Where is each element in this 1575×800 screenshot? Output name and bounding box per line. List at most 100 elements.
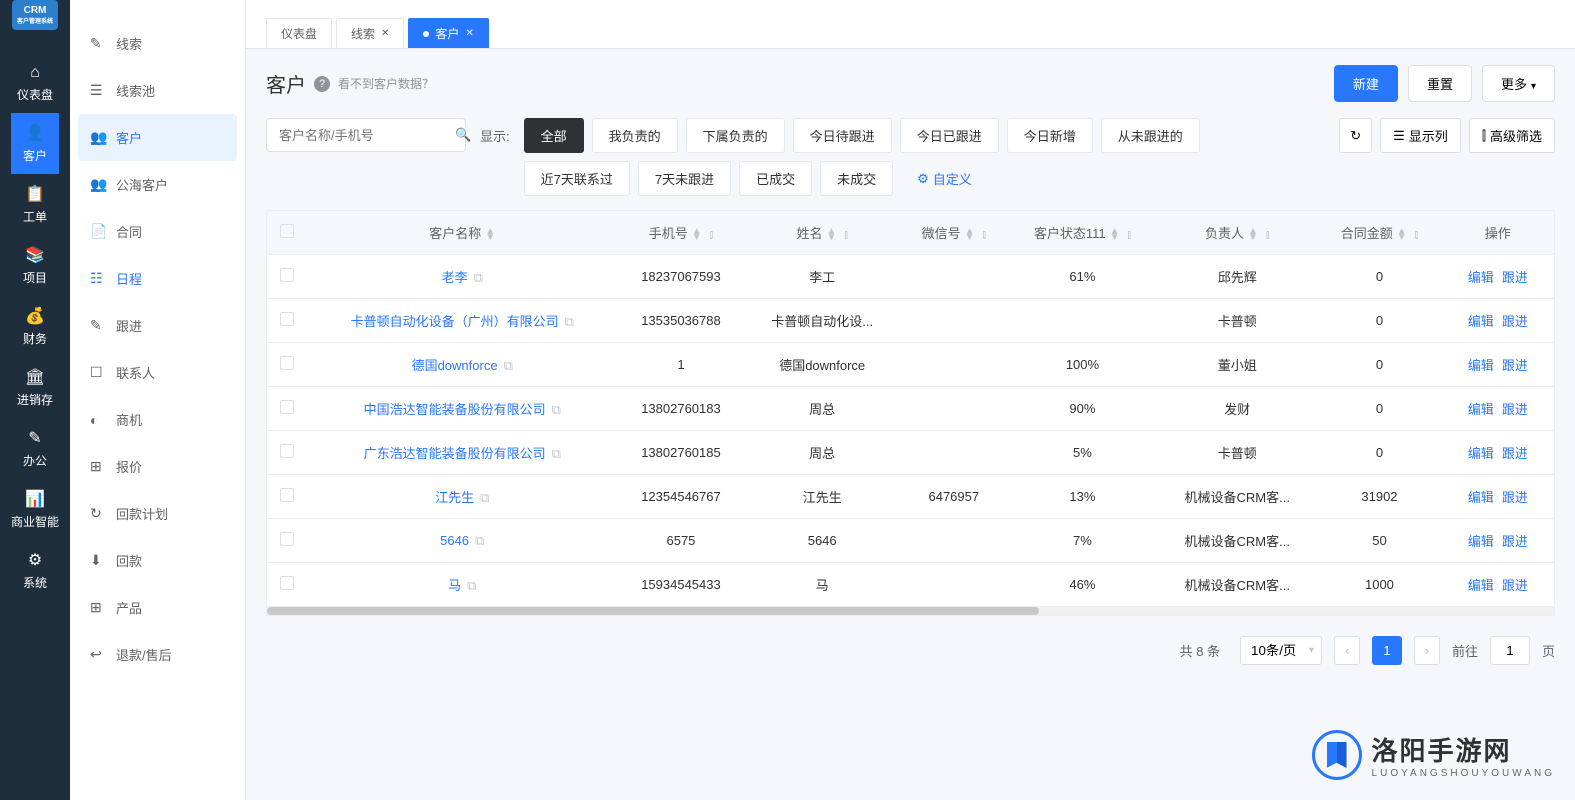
secondary-nav-item[interactable]: ☰线索池: [70, 67, 245, 114]
primary-nav-item[interactable]: ✎办公: [11, 418, 59, 479]
follow-link[interactable]: 跟进: [1502, 358, 1528, 373]
scrollbar-thumb[interactable]: [267, 607, 1039, 615]
select-all-checkbox[interactable]: [280, 224, 294, 238]
follow-link[interactable]: 跟进: [1502, 446, 1528, 461]
more-button[interactable]: 更多▾: [1482, 65, 1555, 102]
secondary-nav-item[interactable]: ☷日程: [70, 255, 245, 302]
edit-link[interactable]: 编辑: [1468, 358, 1494, 373]
primary-nav-item[interactable]: 💰财务: [11, 296, 59, 357]
tab[interactable]: 线索✕: [336, 18, 404, 48]
copy-icon[interactable]: ⧉: [467, 578, 476, 593]
secondary-nav-item[interactable]: ☐联系人: [70, 349, 245, 396]
sort-icon[interactable]: ▲▼: [1397, 229, 1407, 241]
primary-nav-item[interactable]: 👤客户: [11, 113, 59, 174]
secondary-nav-item[interactable]: ◐商机: [70, 396, 245, 443]
column-filter-icon[interactable]: ⫾: [1128, 229, 1132, 241]
customer-name-link[interactable]: 卡普顿自动化设备（广州）有限公司: [351, 314, 559, 329]
column-header[interactable]: 客户名称▲▼: [307, 211, 617, 255]
edit-link[interactable]: 编辑: [1468, 534, 1494, 549]
edit-link[interactable]: 编辑: [1468, 270, 1494, 285]
column-header[interactable]: 客户状态111▲▼⫾: [1008, 211, 1158, 255]
customer-name-link[interactable]: 马: [448, 578, 461, 593]
column-filter-icon[interactable]: ⫾: [982, 229, 986, 241]
help-icon[interactable]: ?: [314, 76, 330, 92]
primary-nav-item[interactable]: 📚项目: [11, 235, 59, 296]
sort-icon[interactable]: ▲▼: [826, 229, 836, 241]
reset-button[interactable]: 重置: [1408, 65, 1472, 102]
edit-link[interactable]: 编辑: [1468, 314, 1494, 329]
follow-link[interactable]: 跟进: [1502, 402, 1528, 417]
column-filter-icon[interactable]: ⫾: [1415, 229, 1419, 241]
search-box[interactable]: 🔍: [266, 118, 466, 152]
prev-page-button[interactable]: ‹: [1334, 636, 1360, 665]
copy-icon[interactable]: ⧉: [565, 314, 574, 329]
customer-name-link[interactable]: 老李: [442, 270, 468, 285]
secondary-nav-item[interactable]: 👥公海客户: [70, 161, 245, 208]
refresh-button[interactable]: ↻: [1339, 118, 1372, 153]
secondary-nav-item[interactable]: ↻回款计划: [70, 490, 245, 537]
secondary-nav-item[interactable]: ⊞报价: [70, 443, 245, 490]
next-page-button[interactable]: ›: [1414, 636, 1440, 665]
row-checkbox[interactable]: [280, 488, 294, 502]
follow-link[interactable]: 跟进: [1502, 314, 1528, 329]
column-header[interactable]: 合同金额▲▼⫾: [1317, 211, 1441, 255]
filter-chip[interactable]: 未成交: [820, 161, 893, 196]
page-size-select[interactable]: 10条/页: [1240, 636, 1322, 665]
search-input[interactable]: [279, 128, 455, 143]
column-filter-icon[interactable]: ⫾: [844, 229, 848, 241]
copy-icon[interactable]: ⧉: [552, 402, 561, 417]
sort-icon[interactable]: ▲▼: [1110, 229, 1120, 241]
custom-filter-link[interactable]: ⚙ 自定义: [901, 161, 988, 196]
copy-icon[interactable]: ⧉: [480, 490, 489, 505]
close-icon[interactable]: ✕: [381, 28, 389, 39]
sort-icon[interactable]: ▲▼: [965, 229, 975, 241]
tab[interactable]: 仪表盘: [266, 18, 332, 48]
goto-input[interactable]: [1490, 636, 1530, 665]
search-icon[interactable]: 🔍: [455, 127, 471, 143]
close-icon[interactable]: ✕: [465, 28, 473, 39]
row-checkbox[interactable]: [280, 532, 294, 546]
advanced-filter-button[interactable]: ⫿ 高级筛选: [1469, 118, 1555, 153]
filter-chip[interactable]: 今日已跟进: [900, 118, 999, 153]
secondary-nav-item[interactable]: ⬇回款: [70, 537, 245, 584]
filter-chip[interactable]: 从未跟进的: [1101, 118, 1200, 153]
filter-chip[interactable]: 今日待跟进: [793, 118, 892, 153]
secondary-nav-item[interactable]: ↩退款/售后: [70, 631, 245, 678]
customer-name-link[interactable]: 广东浩达智能装备股份有限公司: [364, 446, 546, 461]
follow-link[interactable]: 跟进: [1502, 270, 1528, 285]
page-number[interactable]: 1: [1372, 636, 1401, 665]
customer-name-link[interactable]: 5646: [440, 533, 469, 548]
customer-name-link[interactable]: 德国downforce: [412, 358, 498, 373]
sort-icon[interactable]: ▲▼: [692, 229, 702, 241]
filter-chip[interactable]: 今日新增: [1007, 118, 1093, 153]
tab[interactable]: 客户✕: [408, 18, 488, 48]
horizontal-scrollbar[interactable]: [267, 607, 1554, 615]
row-checkbox[interactable]: [280, 268, 294, 282]
follow-link[interactable]: 跟进: [1502, 534, 1528, 549]
column-filter-icon[interactable]: ⫾: [710, 229, 714, 241]
primary-nav-item[interactable]: 📋工单: [11, 174, 59, 235]
copy-icon[interactable]: ⧉: [552, 446, 561, 461]
sort-icon[interactable]: ▲▼: [1248, 229, 1258, 241]
filter-chip[interactable]: 我负责的: [592, 118, 678, 153]
secondary-nav-item[interactable]: 👥客户: [78, 114, 237, 161]
copy-icon[interactable]: ⧉: [504, 358, 513, 373]
primary-nav-item[interactable]: 📊商业智能: [11, 479, 59, 540]
new-button[interactable]: 新建: [1334, 65, 1398, 102]
filter-chip[interactable]: 7天未跟进: [638, 161, 731, 196]
edit-link[interactable]: 编辑: [1468, 402, 1494, 417]
follow-link[interactable]: 跟进: [1502, 578, 1528, 593]
filter-chip[interactable]: 近7天联系过: [524, 161, 630, 196]
follow-link[interactable]: 跟进: [1502, 490, 1528, 505]
customer-name-link[interactable]: 江先生: [435, 490, 474, 505]
show-columns-button[interactable]: ☰ 显示列: [1380, 118, 1461, 153]
row-checkbox[interactable]: [280, 312, 294, 326]
secondary-nav-item[interactable]: ⊞产品: [70, 584, 245, 631]
edit-link[interactable]: 编辑: [1468, 490, 1494, 505]
edit-link[interactable]: 编辑: [1468, 578, 1494, 593]
edit-link[interactable]: 编辑: [1468, 446, 1494, 461]
row-checkbox[interactable]: [280, 576, 294, 590]
column-filter-icon[interactable]: ⫾: [1266, 229, 1270, 241]
secondary-nav-item[interactable]: ✎线索: [70, 20, 245, 67]
filter-chip[interactable]: 下属负责的: [686, 118, 785, 153]
